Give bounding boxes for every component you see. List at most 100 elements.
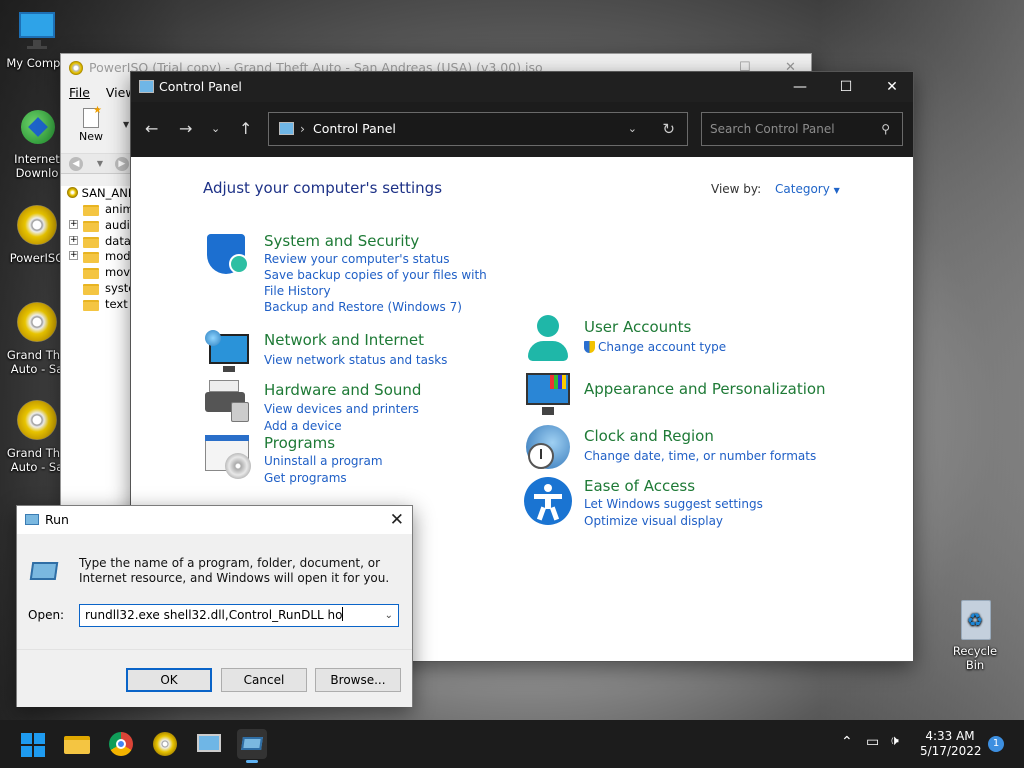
desktop-icon-internet-download[interactable]: Internet Downlo <box>6 106 68 180</box>
get-programs-link[interactable]: Get programs <box>264 470 383 486</box>
control-panel-app-icon <box>139 80 154 93</box>
suggest-settings-link[interactable]: Let Windows suggest settings <box>584 496 763 512</box>
forward-arrow-icon[interactable]: → <box>179 119 192 138</box>
desktop-icon-gta-2[interactable]: Grand The Auto - Sa <box>6 400 68 474</box>
disc-icon <box>67 187 78 198</box>
tree-root[interactable]: SAN_AND <box>61 186 130 202</box>
cancel-button[interactable]: Cancel <box>221 668 307 692</box>
control-panel-taskbar-button[interactable] <box>194 729 224 759</box>
system-security-link[interactable]: System and Security <box>264 231 494 251</box>
ok-button[interactable]: OK <box>126 668 212 692</box>
poweriso-taskbar-button[interactable] <box>150 729 180 759</box>
tree-item[interactable]: +mode <box>61 249 130 265</box>
clock-icon[interactable] <box>524 423 572 471</box>
programs-icon[interactable] <box>203 433 251 481</box>
maximize-icon[interactable]: ☐ <box>823 72 869 102</box>
tree-item[interactable]: movie <box>61 265 130 281</box>
file-explorer-button[interactable] <box>62 729 92 759</box>
uninstall-program-link[interactable]: Uninstall a program <box>264 453 383 469</box>
file-history-link[interactable]: Save backup copies of your files with Fi… <box>264 267 494 299</box>
network-internet-link[interactable]: Network and Internet <box>264 330 447 350</box>
expand-icon[interactable]: + <box>69 219 78 229</box>
printer-icon[interactable] <box>203 380 251 428</box>
show-hidden-icons-chevron[interactable]: ⌃ <box>841 734 853 750</box>
menu-file[interactable]: File <box>69 85 90 100</box>
close-icon[interactable]: ✕ <box>869 72 915 102</box>
ease-of-access-link[interactable]: Ease of Access <box>584 476 763 496</box>
folder-icon <box>83 283 99 295</box>
chevron-down-icon[interactable]: ▼ <box>97 159 103 168</box>
up-arrow-icon[interactable]: ↑ <box>239 119 252 138</box>
tree-item[interactable]: text <box>61 297 130 313</box>
run-command-input[interactable]: rundll32.exe shell32.dll,Control_RunDLL … <box>79 604 399 627</box>
chrome-button[interactable] <box>106 729 136 759</box>
volume-icon[interactable]: 🕩 <box>890 733 899 749</box>
notification-badge[interactable]: 1 <box>988 736 1004 752</box>
start-button[interactable] <box>18 729 48 759</box>
expand-icon[interactable]: + <box>69 251 78 261</box>
folder-icon <box>83 205 99 216</box>
appearance-personalization-link[interactable]: Appearance and Personalization <box>584 379 826 399</box>
monitor-icon <box>15 10 59 54</box>
tree-item[interactable]: anim <box>61 202 130 218</box>
page-title: Adjust your computer's settings <box>203 179 443 197</box>
shield-icon[interactable] <box>203 232 251 280</box>
appearance-icon[interactable] <box>524 371 572 419</box>
chevron-down-icon[interactable]: ▼ <box>123 120 129 129</box>
clock[interactable]: 4:33 AM 5/17/2022 <box>920 729 982 759</box>
run-dialog[interactable]: Run ✕ Type the name of a program, folder… <box>16 505 413 707</box>
run-taskbar-button[interactable] <box>237 729 267 763</box>
network-status-link[interactable]: View network status and tasks <box>264 352 447 368</box>
desktop-icon-gta-1[interactable]: Grand The Auto - Sa <box>6 302 68 376</box>
run-titlebar[interactable]: Run ✕ <box>17 506 412 534</box>
change-account-type-link[interactable]: Change account type <box>584 339 726 355</box>
chevron-down-icon[interactable]: ⌄ <box>385 605 393 626</box>
desktop-icon-recycle-bin[interactable]: ♻ Recycle Bin <box>942 598 1008 672</box>
close-icon[interactable]: ✕ <box>390 506 404 534</box>
control-panel-icon <box>197 734 221 752</box>
hardware-sound-link[interactable]: Hardware and Sound <box>264 380 421 400</box>
add-device-link[interactable]: Add a device <box>264 418 421 434</box>
expand-icon[interactable]: + <box>69 235 78 245</box>
tree-item[interactable]: +audio <box>61 218 130 234</box>
refresh-icon[interactable]: ↻ <box>662 113 675 145</box>
breadcrumb[interactable]: Control Panel <box>313 121 396 136</box>
disc-icon <box>15 302 59 346</box>
search-input[interactable]: Search Control Panel ⚲ <box>701 112 903 146</box>
network-icon[interactable] <box>203 330 251 378</box>
user-accounts-link[interactable]: User Accounts <box>584 317 726 337</box>
review-status-link[interactable]: Review your computer's status <box>264 251 494 267</box>
date-time-formats-link[interactable]: Change date, time, or number formats <box>584 448 816 464</box>
breadcrumb-separator-icon: › <box>300 121 305 136</box>
folder-icon <box>83 252 99 264</box>
optimize-display-link[interactable]: Optimize visual display <box>584 513 763 529</box>
back-arrow-icon[interactable]: ← <box>145 119 158 138</box>
folder-icon <box>83 220 99 232</box>
programs-link[interactable]: Programs <box>264 433 383 453</box>
tree-item[interactable]: + data <box>61 234 130 250</box>
text-cursor <box>342 607 344 621</box>
back-icon[interactable]: ◀ <box>69 157 83 171</box>
backup-restore-link[interactable]: Backup and Restore (Windows 7) <box>264 299 494 315</box>
control-panel-titlebar[interactable]: Control Panel — ☐ ✕ <box>131 72 913 102</box>
poweriso-app-icon <box>69 61 83 75</box>
new-button[interactable]: ★ New <box>73 105 109 143</box>
user-icon[interactable] <box>524 315 572 363</box>
run-large-icon <box>29 562 59 580</box>
recent-locations-chevron-icon[interactable]: ⌄ <box>211 122 220 135</box>
run-title: Run <box>45 512 69 527</box>
address-bar[interactable]: › Control Panel ⌄ ↻ <box>268 112 688 146</box>
view-by-dropdown[interactable]: Category ▼ <box>775 182 840 196</box>
devices-printers-link[interactable]: View devices and printers <box>264 401 421 417</box>
chevron-down-icon[interactable]: ⌄ <box>628 113 637 145</box>
tree-item[interactable]: syste <box>61 281 130 297</box>
desktop-icon-my-computer[interactable]: My Compu <box>6 10 68 70</box>
desktop-icon-poweriso[interactable]: PowerISO <box>6 205 68 265</box>
minimize-icon[interactable]: — <box>777 72 823 102</box>
recycle-bin-icon: ♻ <box>953 598 997 642</box>
network-icon[interactable]: ▭ <box>866 734 879 750</box>
clock-region-link[interactable]: Clock and Region <box>584 426 816 446</box>
accessibility-icon[interactable] <box>524 477 572 525</box>
browse-button[interactable]: Browse... <box>315 668 401 692</box>
forward-icon[interactable]: ▶ <box>114 157 129 171</box>
